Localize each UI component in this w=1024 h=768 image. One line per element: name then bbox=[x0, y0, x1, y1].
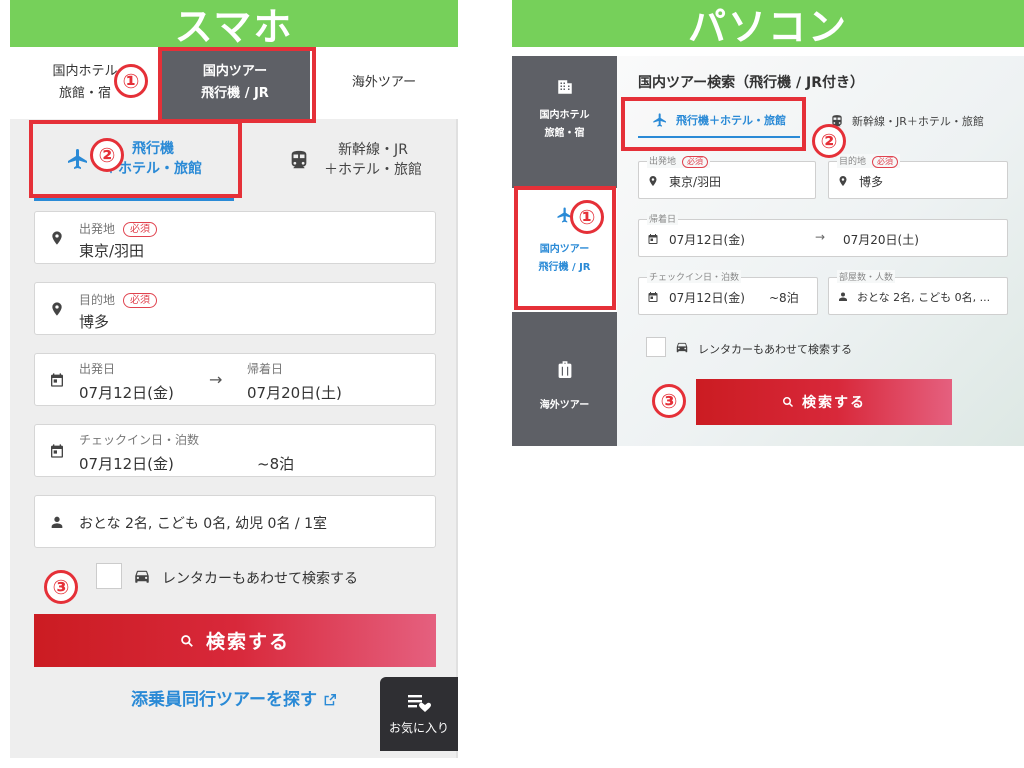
pc-return-date-value: 07月20日(土) bbox=[843, 233, 919, 247]
rental-car-checkbox[interactable] bbox=[96, 563, 122, 589]
pc-page-title: 国内ツアー検索（飛行機 / JR付き） bbox=[638, 75, 865, 91]
pc-checkin-field[interactable]: チェックイン日・泊数 07月12日(金) ~8泊 bbox=[638, 270, 818, 315]
arrow-right-icon: → bbox=[815, 230, 826, 244]
tab-label-line1: 国内ホテル bbox=[52, 64, 118, 79]
train-icon bbox=[291, 150, 307, 169]
pc-rental-car-label: レンタカーもあわせて検索する bbox=[698, 343, 852, 356]
pc-departure-value: 東京/羽田 bbox=[669, 175, 722, 189]
pc-rental-car-checkbox[interactable] bbox=[646, 337, 666, 357]
dates-field[interactable]: 出発日 07月12日(金) → 帰着日 07月20日(土) bbox=[34, 353, 436, 406]
car-icon bbox=[676, 342, 688, 353]
pc-dates-label: 帰着日 bbox=[647, 212, 679, 225]
annotation-number-1-pc: ① bbox=[570, 200, 604, 234]
search-icon bbox=[181, 634, 193, 647]
external-link-icon bbox=[324, 694, 336, 706]
required-badge: 必須 bbox=[123, 222, 158, 237]
annotation-number-1-sp: ① bbox=[114, 64, 148, 98]
nights-value: ~8泊 bbox=[257, 455, 295, 473]
building-icon bbox=[557, 80, 572, 94]
pc-destination-field[interactable]: 目的地 必須 博多 bbox=[828, 154, 1008, 199]
favorites-list-icon bbox=[408, 694, 431, 712]
calendar-icon bbox=[648, 292, 658, 302]
mode-train-hotel[interactable]: 新幹線・JR ＋ホテル・旅館 bbox=[260, 119, 450, 201]
car-icon bbox=[135, 570, 149, 583]
tab-label-line2: 旅館・宿 bbox=[58, 86, 111, 101]
smartphone-header: スマホ bbox=[10, 0, 458, 49]
mode-label-line1: 新幹線・JR bbox=[338, 142, 408, 158]
pc-destination-label: 目的地 bbox=[839, 157, 867, 167]
calendar-icon bbox=[648, 234, 658, 244]
pc-depart-date-value: 07月12日(金) bbox=[669, 233, 745, 247]
annotation-box-1-pc bbox=[514, 186, 616, 310]
pc-mode-label: 新幹線・JR＋ホテル・旅館 bbox=[852, 115, 984, 128]
pc-search-button[interactable]: 検索する bbox=[696, 379, 952, 425]
annotation-box-1-sp bbox=[158, 47, 316, 123]
depart-date-value: 07月12日(金) bbox=[79, 384, 174, 402]
annotation-box-2-pc bbox=[621, 97, 806, 151]
person-icon bbox=[51, 516, 63, 528]
sidebar-item-domestic-hotel[interactable]: 国内ホテル 旅館・宿 bbox=[512, 78, 617, 143]
pc-departure-field[interactable]: 出発地 必須 東京/羽田 bbox=[638, 154, 816, 199]
pc-mode-train-hotel[interactable]: 新幹線・JR＋ホテル・旅館 bbox=[830, 104, 1024, 138]
required-badge: 必須 bbox=[872, 156, 899, 168]
location-pin-icon bbox=[52, 302, 62, 316]
guests-field[interactable]: おとな 2名, こども 0名, 幼児 0名 / 1室 bbox=[34, 495, 436, 548]
favorites-label: お気に入り bbox=[388, 720, 449, 735]
departure-label: 出発地 bbox=[79, 222, 116, 236]
destination-label: 目的地 bbox=[79, 293, 116, 307]
pc-destination-value: 博多 bbox=[859, 175, 884, 189]
return-date-value: 07月20日(土) bbox=[247, 384, 342, 402]
required-badge: 必須 bbox=[682, 156, 709, 168]
pc-nights-value: ~8泊 bbox=[769, 291, 799, 305]
tab-label-line1: 海外ツアー bbox=[351, 75, 417, 90]
arrow-right-icon: → bbox=[209, 370, 223, 389]
annotation-number-2-sp: ② bbox=[90, 138, 124, 172]
person-icon bbox=[839, 292, 847, 301]
sidebar-label-line1: 国内ホテル bbox=[539, 110, 590, 121]
required-badge: 必須 bbox=[123, 293, 158, 308]
suitcase-icon bbox=[558, 361, 571, 378]
depart-date-label: 出発日 bbox=[79, 362, 116, 376]
checkin-date-value: 07月12日(金) bbox=[79, 455, 174, 473]
pc-rooms-label: 部屋数・人数 bbox=[837, 270, 896, 283]
pc-departure-label: 出発地 bbox=[649, 157, 677, 167]
pc-checkin-label: チェックイン日・泊数 bbox=[647, 270, 742, 283]
pc-search-button-label: 検索する bbox=[802, 395, 866, 411]
annotation-number-3-sp: ③ bbox=[44, 570, 78, 604]
checkin-label: チェックイン日・泊数 bbox=[79, 433, 200, 447]
departure-field[interactable]: 出発地 必須 東京/羽田 bbox=[34, 211, 436, 264]
sidebar-label-line1: 海外ツアー bbox=[539, 400, 590, 411]
escort-tour-link-label: 添乗員同行ツアーを探す bbox=[131, 690, 318, 710]
guests-value: おとな 2名, こども 0名, 幼児 0名 / 1室 bbox=[79, 516, 327, 532]
destination-value: 博多 bbox=[79, 313, 110, 331]
calendar-icon bbox=[51, 373, 63, 387]
tab-overseas-tour[interactable]: 海外ツアー bbox=[310, 47, 458, 119]
favorites-button[interactable]: お気に入り bbox=[380, 677, 458, 751]
annotation-number-3-pc: ③ bbox=[652, 384, 686, 418]
sidebar-item-overseas-tour[interactable]: 海外ツアー bbox=[512, 360, 617, 415]
calendar-icon bbox=[51, 444, 63, 458]
pc-header: パソコン bbox=[512, 0, 1024, 49]
pc-dates-field[interactable]: 帰着日 07月12日(金) → 07月20日(土) bbox=[638, 212, 1008, 257]
pc-checkin-date-value: 07月12日(金) bbox=[669, 291, 745, 305]
destination-field[interactable]: 目的地 必須 博多 bbox=[34, 282, 436, 335]
pc-rooms-field[interactable]: 部屋数・人数 おとな 2名, こども 0名, ... bbox=[828, 270, 1008, 315]
location-pin-icon bbox=[649, 176, 657, 186]
rental-car-label: レンタカーもあわせて検索する bbox=[162, 571, 358, 587]
search-icon bbox=[783, 397, 794, 408]
mode-label-line2: ＋ホテル・旅館 bbox=[324, 162, 422, 178]
annotation-number-2-pc: ② bbox=[812, 124, 846, 158]
checkin-field[interactable]: チェックイン日・泊数 07月12日(金) ~8泊 bbox=[34, 424, 436, 477]
departure-value: 東京/羽田 bbox=[79, 242, 145, 260]
return-date-label: 帰着日 bbox=[247, 362, 284, 376]
location-pin-icon bbox=[839, 176, 847, 186]
pc-rooms-value: おとな 2名, こども 0名, ... bbox=[857, 291, 991, 304]
location-pin-icon bbox=[52, 231, 62, 245]
annotation-box-2-sp bbox=[29, 120, 242, 198]
search-button-label: 検索する bbox=[205, 631, 290, 653]
sidebar-label-line2: 旅館・宿 bbox=[544, 128, 585, 139]
search-button[interactable]: 検索する bbox=[34, 614, 436, 667]
